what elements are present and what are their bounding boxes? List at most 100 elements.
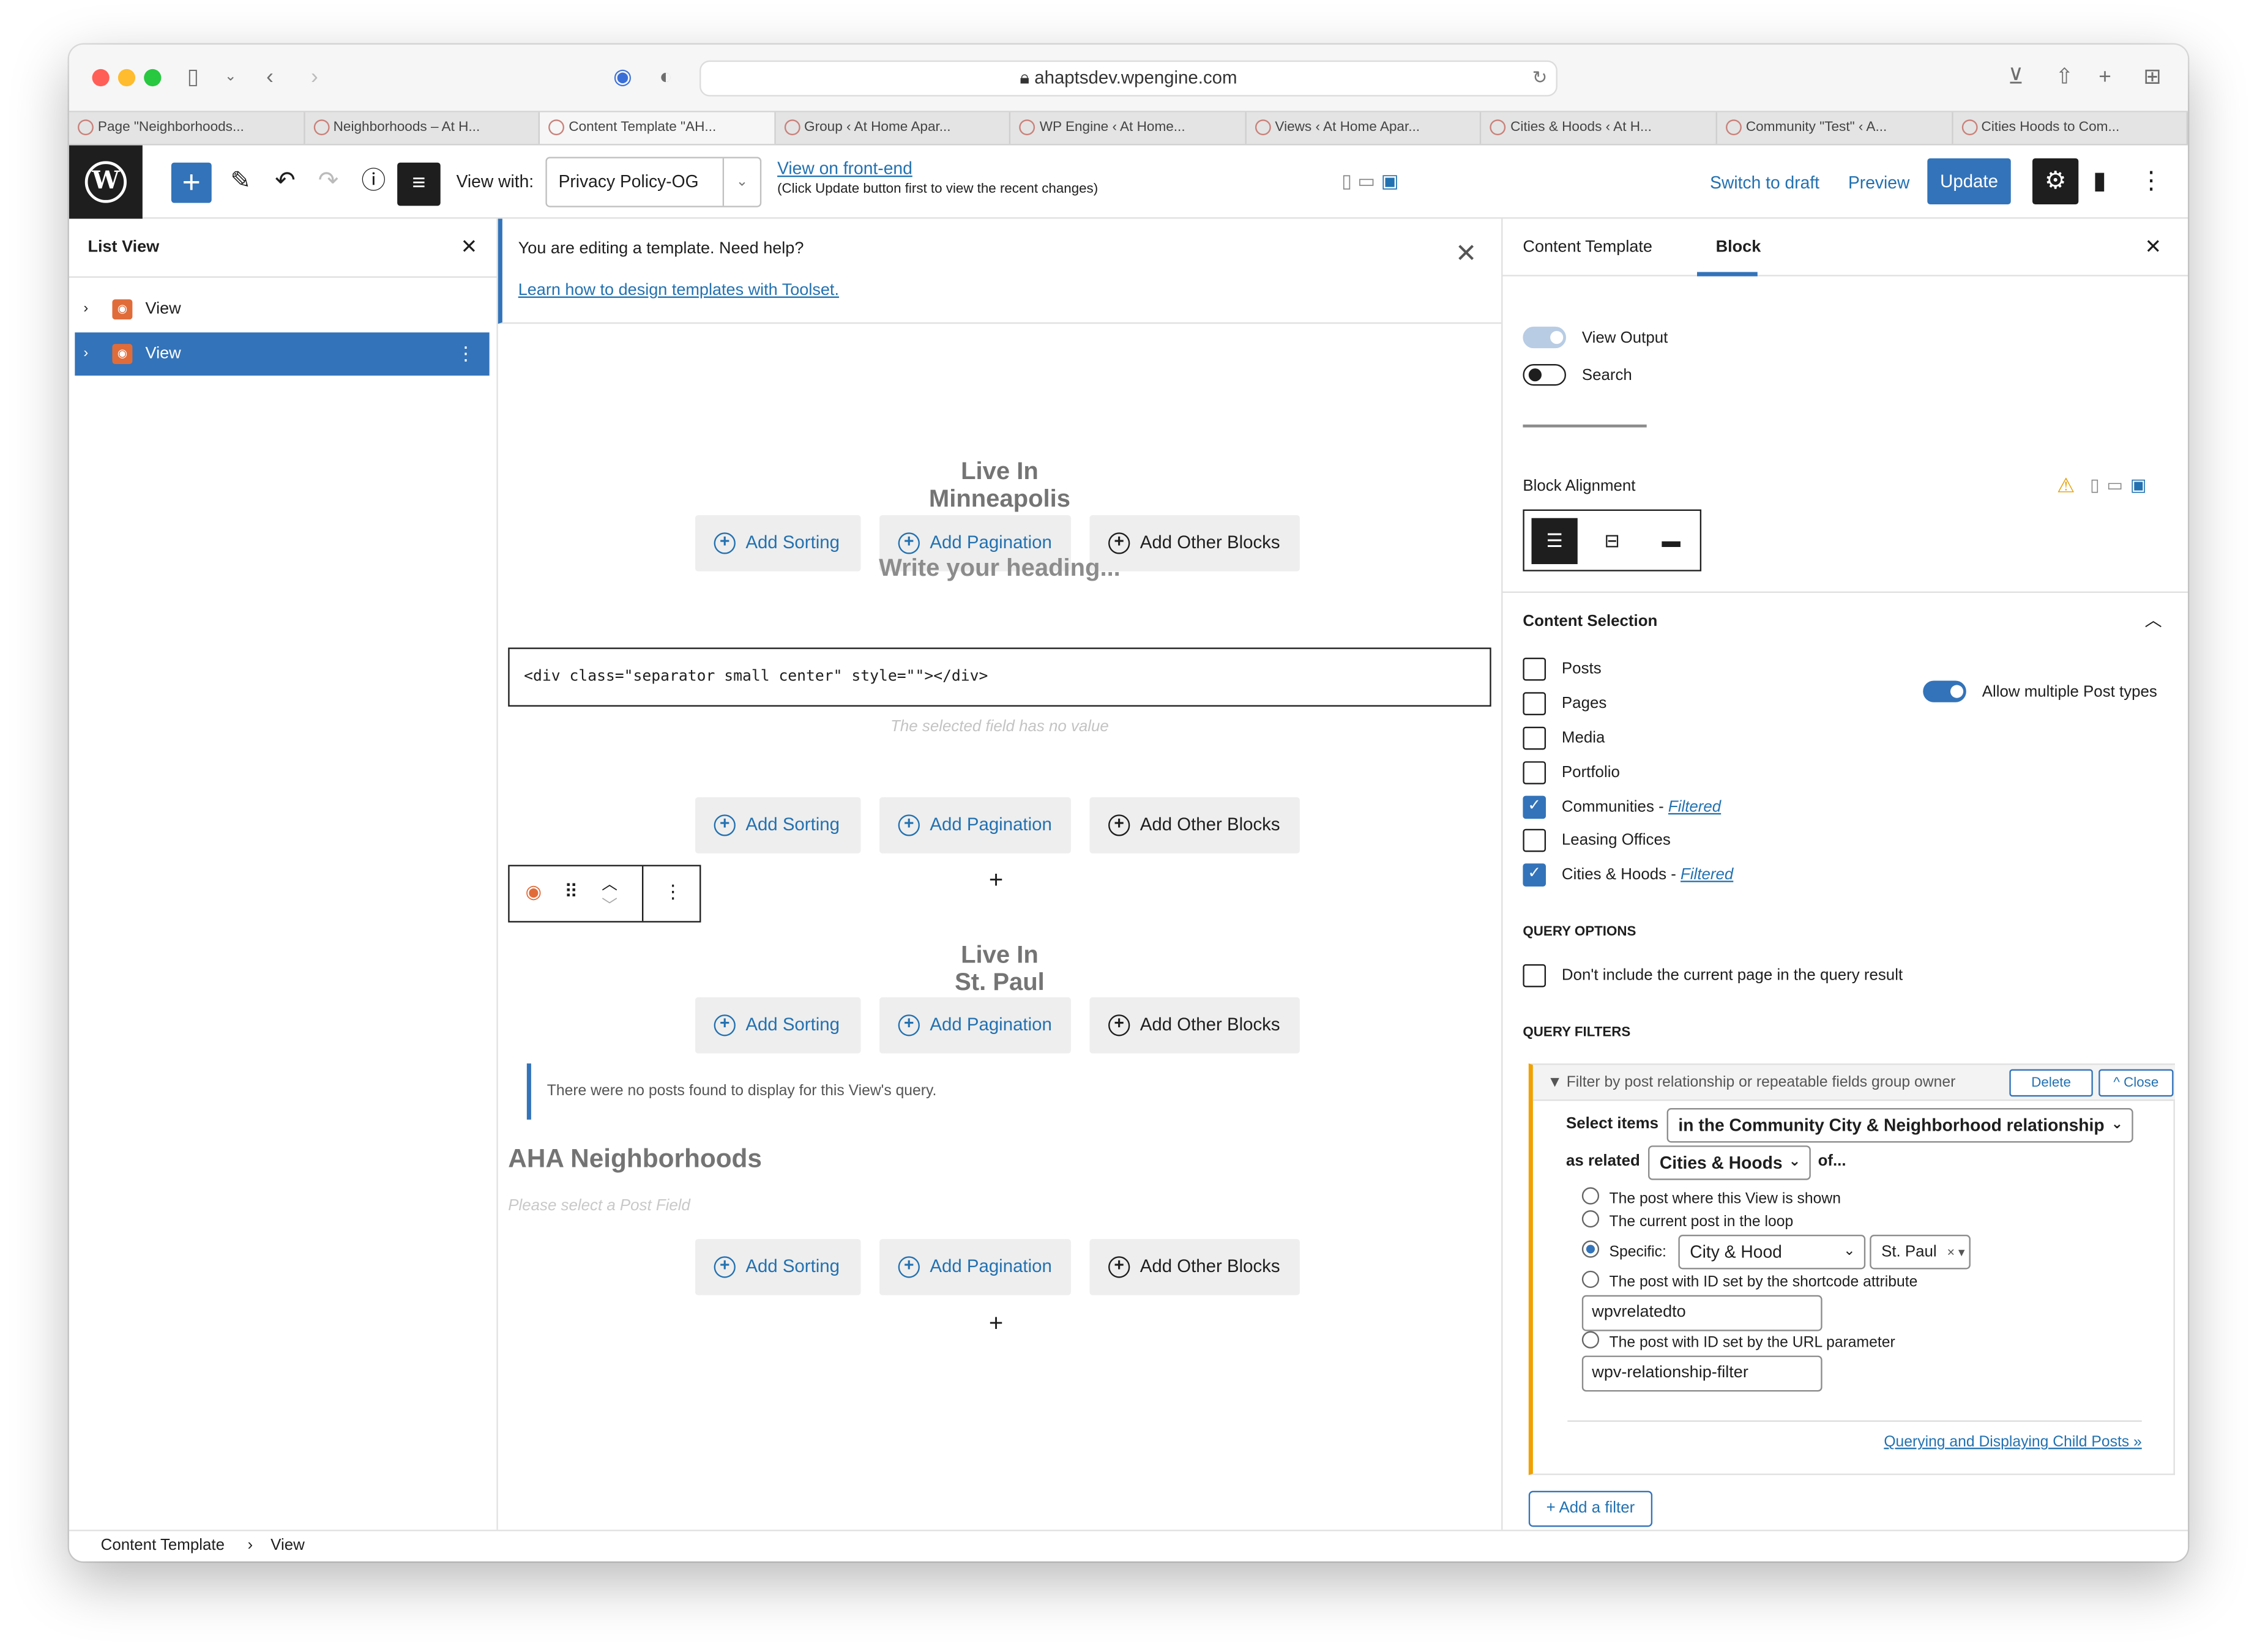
view-front-end-link[interactable]: View on front-end bbox=[777, 158, 912, 179]
switch-to-draft-button[interactable]: Switch to draft bbox=[1710, 173, 1819, 193]
zoom-window-button[interactable] bbox=[144, 69, 162, 87]
url-parameter-input[interactable]: wpv-relationship-filter bbox=[1581, 1355, 1822, 1392]
tab-content-template[interactable]: Content Template bbox=[1523, 239, 1652, 256]
toolset-icon[interactable]: ▮ bbox=[2093, 165, 2106, 197]
wordpress-logo[interactable]: W bbox=[69, 145, 143, 219]
tab-block[interactable]: Block bbox=[1716, 239, 1761, 256]
chevron-down-icon[interactable]: ⌄ bbox=[225, 63, 237, 92]
heading-minneapolis[interactable]: Live In Minneapolis bbox=[498, 458, 1501, 512]
browser-tab[interactable]: Neighborhoods – At H... bbox=[305, 112, 540, 144]
shortcode-attribute-input[interactable]: wpvrelatedto bbox=[1581, 1295, 1822, 1331]
move-up-icon[interactable]: ︿ bbox=[602, 872, 617, 895]
sidebar-toggle-icon[interactable]: ▯ bbox=[187, 63, 199, 92]
radio-current-post[interactable] bbox=[1581, 1210, 1600, 1228]
close-icon[interactable]: ✕ bbox=[2144, 234, 2162, 259]
add-other-blocks-button[interactable]: + Add Other Blocks bbox=[1089, 997, 1300, 1054]
more-options-icon[interactable]: ⋮ bbox=[457, 332, 476, 376]
forward-icon[interactable]: › bbox=[311, 63, 318, 92]
browser-tab[interactable]: WP Engine ‹ At Home... bbox=[1011, 112, 1247, 144]
close-window-button[interactable] bbox=[92, 69, 110, 87]
list-view-item[interactable]: › ◉ View bbox=[75, 288, 489, 331]
add-block-button[interactable]: + bbox=[171, 162, 212, 203]
browser-tab[interactable]: Cities Hoods to Com... bbox=[1952, 112, 2188, 144]
media-checkbox[interactable] bbox=[1523, 726, 1546, 750]
allow-multiple-toggle[interactable] bbox=[1923, 680, 1966, 702]
design-templates-link[interactable]: Learn how to design templates with Tools… bbox=[518, 282, 839, 299]
browser-tab[interactable]: Community "Test" ‹ A... bbox=[1717, 112, 1953, 144]
add-filter-button[interactable]: + Add a filter bbox=[1528, 1490, 1653, 1527]
reload-icon[interactable]: ↻ bbox=[1532, 62, 1548, 95]
drag-handle-icon[interactable]: ⠿ bbox=[564, 880, 578, 904]
device-preview-icons[interactable]: ▯▭▣ bbox=[1341, 170, 1405, 193]
aha-neighborhoods-heading[interactable]: AHA Neighborhoods bbox=[508, 1144, 762, 1174]
settings-gear-icon[interactable]: ⚙ bbox=[2032, 158, 2079, 204]
radio-specific[interactable] bbox=[1581, 1240, 1600, 1258]
chevron-right-icon[interactable]: › bbox=[83, 332, 88, 376]
tab-overview-icon[interactable]: ⊞ bbox=[2143, 63, 2162, 92]
device-icons[interactable]: ▯▭▣ bbox=[2090, 475, 2154, 495]
move-down-icon[interactable]: ﹀ bbox=[602, 894, 617, 917]
specific-post-select[interactable]: St. Paul × ▾ bbox=[1870, 1235, 1971, 1270]
clear-icon[interactable]: × ▾ bbox=[1947, 1236, 1965, 1268]
align-center-icon[interactable]: ⊟ bbox=[1589, 518, 1635, 564]
heading-placeholder[interactable]: Write your heading... bbox=[498, 554, 1501, 583]
as-related-select[interactable]: Cities & Hoods ⌄ bbox=[1648, 1145, 1811, 1180]
browser-tab-active[interactable]: Content Template "AH... bbox=[540, 112, 775, 144]
specific-type-select[interactable]: City & Hood ⌄ bbox=[1678, 1235, 1866, 1270]
add-sorting-button[interactable]: + Add Sorting bbox=[695, 1239, 861, 1295]
address-bar[interactable]: 🔒︎ ahaptsdev.wpengine.com ↻ bbox=[699, 60, 1558, 97]
download-icon[interactable]: ⊻ bbox=[2008, 63, 2024, 92]
chevron-up-icon[interactable]: ︿ bbox=[2144, 608, 2162, 632]
select-items-select[interactable]: in the Community City & Neighborhood rel… bbox=[1666, 1108, 2133, 1143]
more-options-icon[interactable]: ⋮ bbox=[2139, 165, 2163, 197]
add-other-blocks-button[interactable]: + Add Other Blocks bbox=[1089, 1239, 1300, 1295]
mobile-icon[interactable]: ▯ bbox=[2090, 475, 2106, 495]
communities-checkbox[interactable]: ✓ bbox=[1523, 795, 1546, 819]
filtered-link[interactable]: Filtered bbox=[1681, 866, 1733, 884]
desktop-icon[interactable]: ▣ bbox=[2130, 475, 2154, 495]
search-toggle[interactable] bbox=[1523, 364, 1566, 386]
list-view-item-selected[interactable]: › ◉ View ⋮ bbox=[75, 332, 490, 376]
add-pagination-button[interactable]: + Add Pagination bbox=[879, 797, 1071, 854]
share-icon[interactable]: ⇧ bbox=[2056, 63, 2074, 92]
undo-icon[interactable]: ↶ bbox=[275, 165, 296, 197]
portfolio-checkbox[interactable] bbox=[1523, 761, 1546, 784]
view-block-icon[interactable]: ◉ bbox=[525, 880, 542, 904]
view-with-select[interactable]: Privacy Policy-OG ⌄ bbox=[545, 157, 762, 207]
close-icon[interactable]: ✕ bbox=[1455, 239, 1477, 269]
shield-icon[interactable]: ◐ bbox=[659, 63, 672, 92]
custom-html-block[interactable]: <div class="separator small center" styl… bbox=[508, 647, 1491, 707]
minimize-window-button[interactable] bbox=[118, 69, 136, 87]
update-button[interactable]: Update bbox=[1927, 158, 2011, 204]
more-options-icon[interactable]: ⋮ bbox=[663, 880, 682, 904]
add-sorting-button[interactable]: + Add Sorting bbox=[695, 997, 861, 1054]
heading-st-paul[interactable]: Live In St. Paul bbox=[498, 941, 1501, 995]
redo-icon[interactable]: ↷ bbox=[318, 165, 339, 197]
preview-button[interactable]: Preview bbox=[1848, 173, 1909, 193]
add-pagination-button[interactable]: + Add Pagination bbox=[879, 997, 1071, 1054]
content-selection-heading[interactable]: Content Selection bbox=[1523, 613, 1657, 630]
dont-include-checkbox[interactable] bbox=[1523, 964, 1546, 988]
back-icon[interactable]: ‹ bbox=[266, 63, 274, 92]
radio-url-param[interactable] bbox=[1581, 1331, 1600, 1349]
filtered-link[interactable]: Filtered bbox=[1668, 798, 1721, 816]
password-manager-icon[interactable]: ◉ bbox=[613, 63, 632, 92]
new-tab-icon[interactable]: + bbox=[2098, 63, 2111, 92]
close-icon[interactable]: ✕ bbox=[461, 234, 478, 259]
browser-tab[interactable]: Group ‹ At Home Apar... bbox=[775, 112, 1011, 144]
browser-tab[interactable]: Page "Neighborhoods... bbox=[69, 112, 305, 144]
radio-shortcode[interactable] bbox=[1581, 1270, 1600, 1289]
leasing-offices-checkbox[interactable] bbox=[1523, 828, 1546, 852]
cities-hoods-checkbox[interactable]: ✓ bbox=[1523, 863, 1546, 887]
block-inserter-plus-icon[interactable]: + bbox=[989, 1309, 1003, 1338]
chevron-right-icon[interactable]: › bbox=[83, 288, 88, 331]
tablet-icon[interactable]: ▭ bbox=[1357, 170, 1381, 192]
align-wide-icon[interactable]: ▬ bbox=[1648, 518, 1694, 564]
tablet-icon[interactable]: ▭ bbox=[2106, 475, 2130, 495]
breadcrumb-content-template[interactable]: Content Template bbox=[101, 1531, 225, 1561]
posts-checkbox[interactable] bbox=[1523, 657, 1546, 681]
close-filter-button[interactable]: ^ Close bbox=[2098, 1069, 2174, 1097]
list-view-button[interactable]: ≡ bbox=[397, 162, 441, 206]
browser-tab[interactable]: Cities & Hoods ‹ At H... bbox=[1482, 112, 1717, 144]
info-icon[interactable]: ⓘ bbox=[361, 165, 386, 197]
